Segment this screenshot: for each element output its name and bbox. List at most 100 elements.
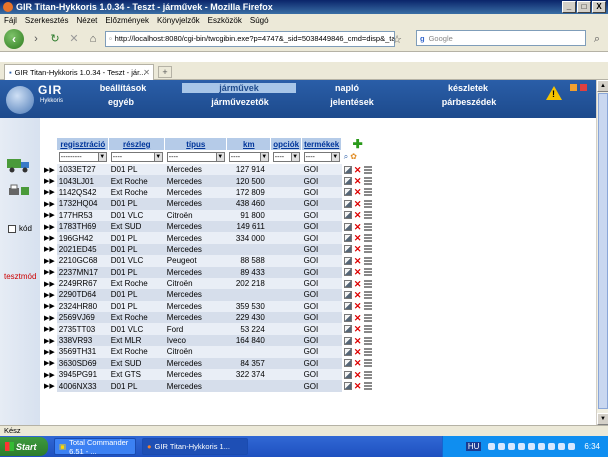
home-mini-icon[interactable] (570, 84, 577, 91)
table-row[interactable]: ▶▶ 2735TT03 D01 VLC Ford 53 224 GOI ✕ (42, 323, 374, 335)
language-indicator[interactable]: HU (465, 442, 482, 451)
tray-icon[interactable] (528, 443, 536, 450)
menu-view[interactable]: Nézet (76, 16, 97, 25)
edit-icon[interactable] (343, 382, 352, 391)
row-expand-icon[interactable]: ▶▶ (42, 301, 57, 312)
filter-options[interactable]: ---- ▼ (272, 152, 300, 162)
edit-icon[interactable] (343, 211, 352, 220)
search-icon[interactable]: ⌕ (344, 152, 348, 161)
header-registration[interactable]: regisztráció (56, 138, 110, 150)
table-row[interactable]: ▶▶ 2249RR67 Ext Roche Citroën 202 218 GOI ✕ (42, 277, 374, 290)
tray-icon[interactable] (498, 443, 506, 450)
maximize-button[interactable]: □ (577, 1, 591, 13)
table-row[interactable]: ▶▶ 2324HR80 D01 PL Mercedes 359 530 GOI ✕ (42, 300, 374, 313)
truck-icon[interactable] (6, 156, 32, 174)
header-km[interactable]: km (226, 138, 272, 150)
row-expand-icon[interactable]: ▶▶ (42, 380, 57, 391)
delete-icon[interactable]: ✕ (354, 177, 362, 186)
table-row[interactable]: ▶▶ 2210GC68 D01 VLC Peugeot 88 588 GOI ✕ (42, 255, 374, 267)
row-expand-icon[interactable]: ▶▶ (42, 369, 57, 380)
table-row[interactable]: ▶▶ 3945PG91 Ext GTS Mercedes 322 374 GOI ✕ (42, 369, 374, 381)
tray-icon[interactable] (558, 443, 566, 450)
row-expand-icon[interactable]: ▶▶ (42, 232, 57, 243)
filter-department[interactable]: ---- ▼ (110, 152, 163, 162)
list-icon[interactable] (363, 370, 372, 379)
tray-icon[interactable] (518, 443, 526, 450)
close-button[interactable]: X (592, 1, 606, 13)
menu-dialogs[interactable]: párbeszédek (432, 97, 506, 107)
filter-km[interactable]: ---- ▼ (228, 152, 269, 162)
table-row[interactable]: ▶▶ 2021ED45 D01 PL Mercedes GOI ✕ (42, 243, 374, 256)
delete-icon[interactable]: ✕ (354, 256, 362, 265)
row-expand-icon[interactable]: ▶▶ (42, 175, 57, 186)
close-mini-icon[interactable] (580, 84, 587, 91)
list-icon[interactable] (363, 188, 372, 197)
table-row[interactable]: ▶▶ 4006NX33 D01 PL Mercedes GOI ✕ (42, 380, 374, 392)
printer-icon[interactable] (8, 184, 30, 198)
tab-current[interactable]: ▪ GIR Titan-Hykkoris 1.0.34 - Teszt - já… (4, 64, 154, 80)
delete-icon[interactable]: ✕ (354, 165, 362, 174)
table-row[interactable]: ▶▶ 338VR93 Ext MLR Iveco 164 840 GOI ✕ (42, 334, 374, 347)
new-tab-button[interactable]: + (158, 66, 172, 78)
table-row[interactable]: ▶▶ 1142QS42 Ext Roche Mercedes 172 809 GOI ✕ (42, 186, 374, 199)
bookmark-star-icon[interactable]: ☆ (390, 32, 404, 46)
delete-icon[interactable]: ✕ (354, 211, 362, 220)
delete-icon[interactable]: ✕ (354, 302, 362, 311)
table-row[interactable]: ▶▶ 177HR53 D01 VLC Citroën 91 800 GOI ✕ (42, 209, 374, 221)
menu-reports[interactable]: jelentések (322, 97, 382, 107)
url-bar[interactable]: ▫ http://localhost:8080/cgi-bin/twcgibin… (105, 30, 395, 47)
delete-icon[interactable]: ✕ (354, 347, 362, 356)
list-icon[interactable] (363, 165, 372, 174)
list-icon[interactable] (363, 234, 372, 243)
delete-icon[interactable]: ✕ (354, 222, 362, 231)
scroll-up-icon[interactable]: ▲ (597, 80, 608, 92)
menu-bookmarks[interactable]: Könyvjelzők (157, 16, 200, 25)
table-row[interactable]: ▶▶ 2569VJ69 Ext Roche Mercedes 229 430 GOI ✕ (42, 312, 374, 324)
home-icon[interactable]: ⌂ (86, 32, 100, 46)
delete-icon[interactable]: ✕ (354, 245, 362, 254)
delete-icon[interactable]: ✕ (354, 234, 362, 243)
delete-icon[interactable]: ✕ (354, 336, 362, 345)
list-icon[interactable] (363, 256, 372, 265)
filter-registration[interactable]: --------- ▼ (58, 152, 107, 162)
delete-icon[interactable]: ✕ (354, 188, 362, 197)
table-row[interactable]: ▶▶ 3630SD69 Ext SUD Mercedes 84 357 GOI ✕ (42, 357, 374, 370)
list-icon[interactable] (363, 382, 372, 391)
header-options[interactable]: opciók (270, 138, 303, 150)
delete-icon[interactable]: ✕ (354, 313, 362, 322)
edit-icon[interactable] (343, 222, 352, 231)
tab-close-icon[interactable]: ✕ (143, 68, 150, 77)
code-checkbox[interactable] (8, 224, 16, 233)
edit-icon[interactable] (343, 302, 352, 311)
row-expand-icon[interactable]: ▶▶ (42, 198, 57, 209)
menu-help[interactable]: Súgó (250, 16, 269, 25)
list-icon[interactable] (363, 211, 372, 220)
delete-icon[interactable]: ✕ (354, 199, 362, 208)
header-products[interactable]: termékek (301, 138, 343, 150)
edit-icon[interactable] (343, 234, 352, 243)
row-expand-icon[interactable]: ▶▶ (42, 278, 57, 289)
table-row[interactable]: ▶▶ 3569TH31 Ext Roche Citroën GOI ✕ (42, 346, 374, 358)
edit-icon[interactable] (343, 279, 352, 288)
back-icon[interactable]: ‹ (4, 28, 24, 49)
edit-icon[interactable] (343, 199, 352, 208)
delete-icon[interactable]: ✕ (354, 268, 362, 277)
delete-icon[interactable]: ✕ (354, 359, 362, 368)
table-row[interactable]: ▶▶ 2237MN17 D01 PL Mercedes 89 433 GOI ✕ (42, 266, 374, 278)
edit-icon[interactable] (343, 268, 352, 277)
table-row[interactable]: ▶▶ 196GH42 D01 PL Mercedes 334 000 GOI ✕ (42, 232, 374, 244)
edit-icon[interactable] (343, 177, 352, 186)
header-department[interactable]: részleg (108, 138, 166, 150)
menu-vehicles[interactable]: járművek (182, 83, 296, 93)
table-row[interactable]: ▶▶ 1783TH69 Ext SUD Mercedes 149 611 GOI ✕ (42, 220, 374, 233)
list-icon[interactable] (363, 347, 372, 356)
forward-icon[interactable]: › (29, 32, 43, 46)
row-expand-icon[interactable]: ▶▶ (42, 335, 57, 346)
row-expand-icon[interactable]: ▶▶ (42, 210, 57, 221)
stop-icon[interactable]: ✕ (67, 32, 81, 46)
row-expand-icon[interactable]: ▶▶ (42, 187, 57, 198)
list-icon[interactable] (363, 222, 372, 231)
reload-icon[interactable]: ↻ (48, 32, 62, 46)
list-icon[interactable] (363, 199, 372, 208)
list-icon[interactable] (363, 290, 372, 299)
